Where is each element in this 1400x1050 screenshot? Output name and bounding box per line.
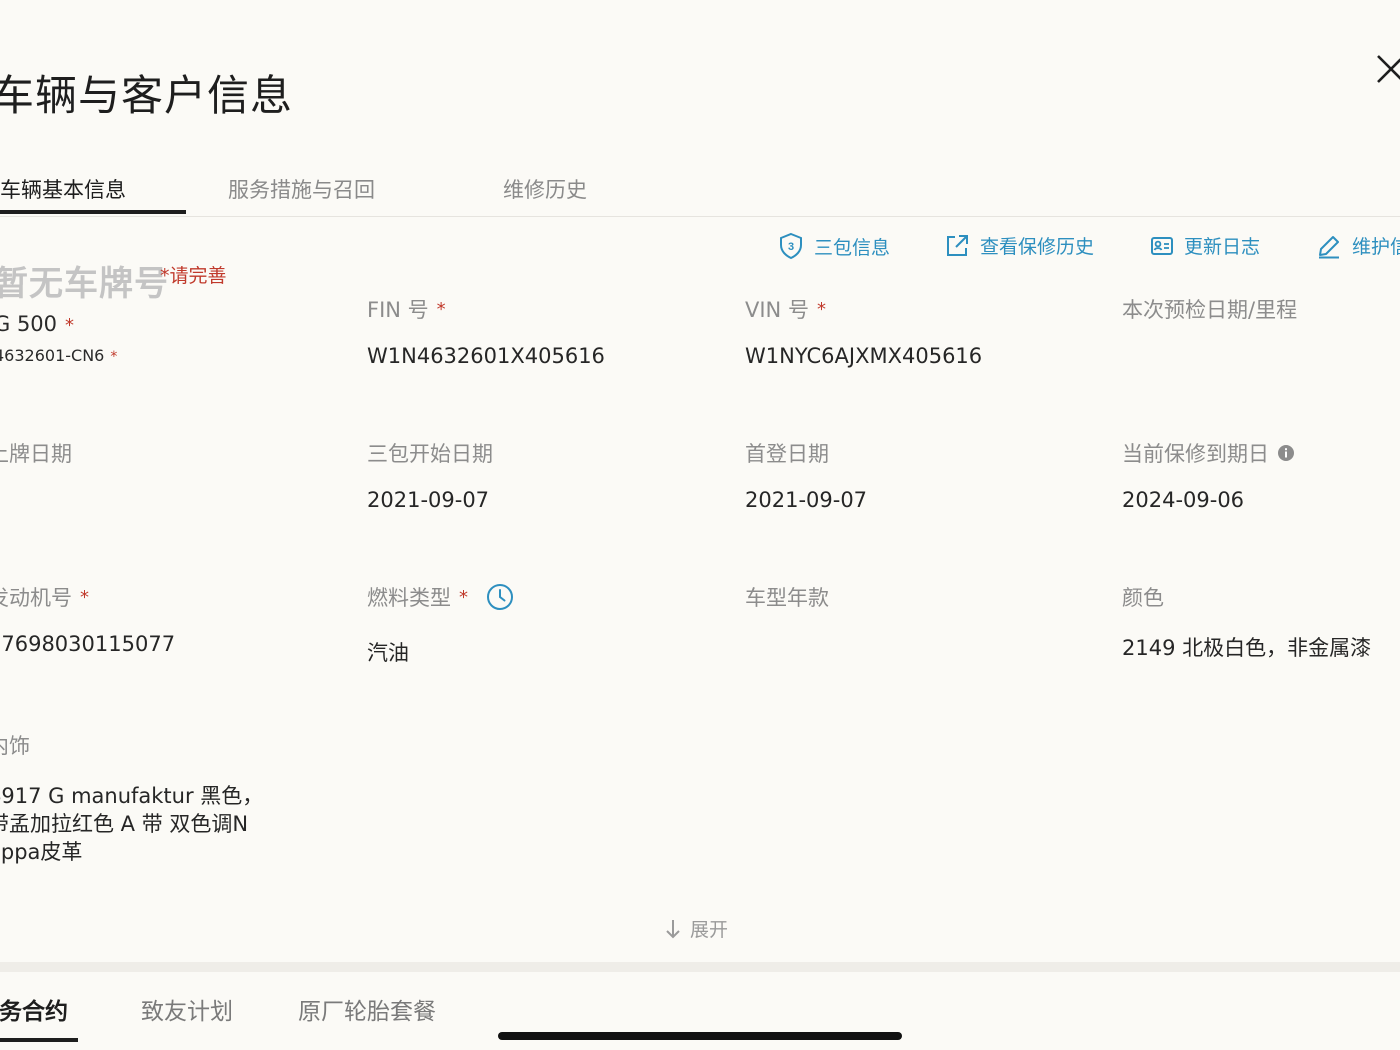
engine-number-label: 发动机号* — [0, 586, 89, 610]
tab-service-contract[interactable]: 服务合约 — [0, 992, 68, 1026]
active-tab-indicator — [0, 210, 186, 214]
edit-pencil-icon — [1319, 235, 1339, 258]
fuel-type-label: 燃料类型 * — [367, 582, 514, 612]
license-plate: 暂无车牌号 — [0, 264, 169, 304]
view-warranty-history-button[interactable]: 查看保修历史 — [944, 232, 1094, 259]
registration-date-label: 上牌日期 — [0, 442, 72, 466]
id-card-icon — [1151, 236, 1173, 255]
vin-label: VIN 号 * — [745, 298, 826, 322]
color-label: 颜色 — [1122, 586, 1164, 610]
engine-number-value: 27698030115077 — [0, 632, 176, 656]
vehicle-model-label: G 500 — [0, 312, 58, 336]
first-registration-date-value: 2021-09-07 — [745, 488, 868, 512]
external-link-icon — [947, 234, 968, 256]
interior-value-line-1: 4917 G manufaktur 黑色， — [0, 784, 264, 808]
tab-oem-tire-package[interactable]: 原厂轮胎套餐 — [298, 992, 436, 1026]
clock-history-icon[interactable] — [486, 583, 514, 611]
action-toolbar: 3 三包信息 查看保修历史 更新日志 维护信 — [0, 232, 1400, 262]
vehicle-model: G 500 * — [0, 312, 74, 336]
warranty-start-date-label: 三包开始日期 — [367, 442, 493, 466]
vehicle-code-label: 4632601-CN6 — [0, 346, 105, 365]
fuel-type-value: 汽油 — [367, 641, 409, 665]
plate-complete-hint[interactable]: *请完善 — [160, 261, 227, 288]
svg-text:3: 3 — [788, 241, 794, 253]
vin-value: W1NYC6AJXMX405616 — [745, 344, 983, 368]
warranty-info-label: 三包信息 — [814, 236, 891, 259]
tab-service-measures-recall[interactable]: 服务措施与召回 — [228, 174, 375, 204]
update-log-label: 更新日志 — [1184, 236, 1261, 258]
maintenance-info-label: 维护信 — [1352, 236, 1400, 258]
info-icon[interactable] — [1277, 444, 1295, 462]
vehicle-code: 4632601-CN6 * — [0, 346, 117, 365]
tab-repair-history[interactable]: 维修历史 — [503, 174, 587, 204]
expand-label: 展开 — [690, 919, 729, 941]
close-button[interactable] — [1372, 52, 1400, 88]
page-title: 车辆与客户信息 — [0, 71, 294, 120]
close-icon — [1377, 55, 1400, 83]
interior-value-line-3: appa皮革 — [0, 840, 83, 864]
required-mark: * — [80, 586, 89, 608]
maintenance-info-button[interactable]: 维护信 — [1316, 232, 1400, 259]
warranty-start-date-value: 2021-09-07 — [367, 488, 490, 512]
tab-bar: 车辆基本信息 服务措施与召回 维修历史 — [0, 160, 1400, 217]
vehicle-customer-info-panel: 车辆与客户信息 车辆基本信息 服务措施与召回 维修历史 3 三包信息 查看保修历… — [0, 0, 1400, 1050]
color-value: 2149 北极白色，非金属漆 — [1122, 636, 1372, 660]
expand-button[interactable]: 展开 — [664, 915, 728, 942]
view-warranty-history-label: 查看保修历史 — [980, 236, 1095, 258]
interior-label: 内饰 — [0, 734, 30, 758]
required-mark: * — [459, 586, 468, 608]
shield-3-icon: 3 — [780, 232, 802, 260]
warranty-info-button[interactable]: 3 三包信息 — [778, 232, 890, 260]
update-log-button[interactable]: 更新日志 — [1150, 232, 1260, 259]
model-year-label: 车型年款 — [745, 586, 829, 610]
home-indicator[interactable] — [498, 1032, 902, 1040]
section-divider — [0, 962, 1400, 972]
arrow-down-icon — [666, 919, 680, 938]
inspection-date-mileage-label: 本次预检日期/里程 — [1122, 298, 1298, 322]
required-mark: * — [816, 298, 826, 320]
fin-value: W1N4632601X405616 — [367, 344, 605, 368]
active-bottom-tab-indicator — [0, 1038, 78, 1042]
interior-value-line-2: 带孟加拉红色 A 带 双色调N — [0, 812, 249, 836]
tab-friend-plan[interactable]: 致友计划 — [141, 992, 233, 1026]
required-mark: * — [110, 349, 118, 365]
warranty-end-date-label: 当前保修到期日 — [1122, 438, 1295, 468]
required-mark: * — [436, 298, 446, 320]
tab-vehicle-basic-info[interactable]: 车辆基本信息 — [0, 174, 126, 204]
warranty-end-date-value: 2024-09-06 — [1122, 488, 1245, 512]
required-mark: * — [65, 315, 75, 336]
first-registration-date-label: 首登日期 — [745, 442, 829, 466]
fin-label: FIN 号 * — [367, 298, 446, 322]
